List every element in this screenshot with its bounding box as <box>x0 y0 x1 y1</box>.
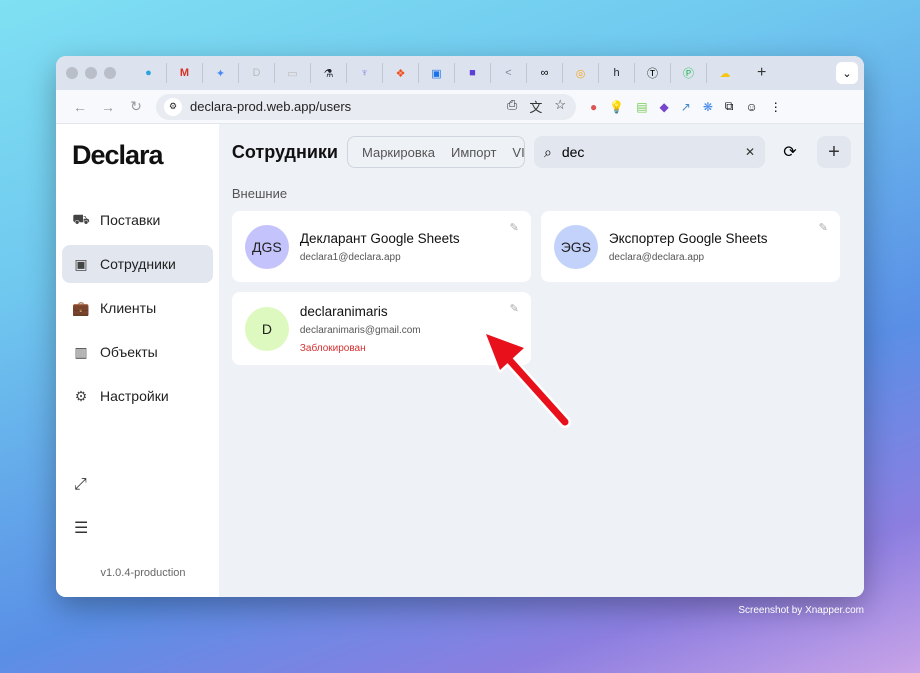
red-arrow-annotation <box>483 331 571 428</box>
watermark: Screenshot by Xnapper.com <box>738 605 864 616</box>
